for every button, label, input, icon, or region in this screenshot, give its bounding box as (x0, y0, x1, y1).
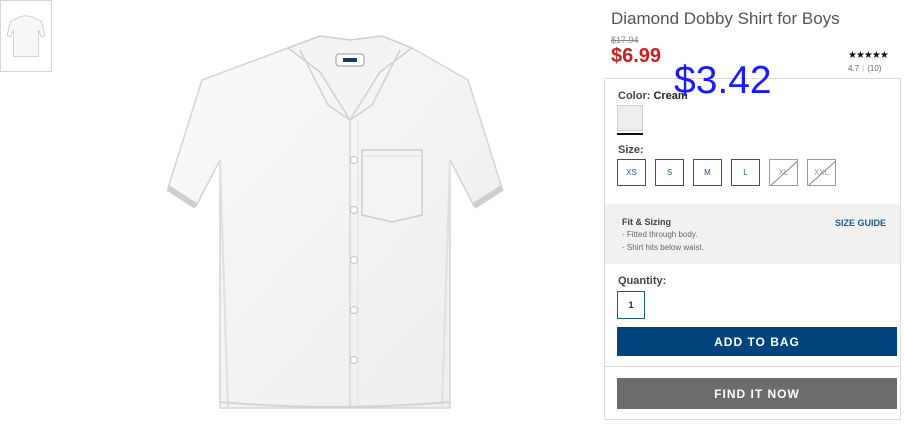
product-thumbnail[interactable] (0, 0, 52, 72)
size-option-m[interactable]: M (693, 159, 722, 186)
quantity-input[interactable]: 1 (617, 291, 645, 319)
fit-note-1: - Fitted through body. (622, 230, 698, 239)
add-to-bag-button[interactable]: ADD TO BAG (617, 327, 897, 356)
fit-sizing-title: Fit & Sizing (622, 217, 671, 227)
fit-sizing-box: Fit & Sizing - Fitted through body. - Sh… (605, 204, 900, 264)
size-options: XS S M L XL XXL (617, 159, 836, 186)
find-it-now-button[interactable]: FIND IT NOW (617, 378, 897, 409)
size-label: Size: (618, 144, 644, 156)
rating-value: 4.7 (848, 64, 860, 73)
color-label-text: Color: (618, 90, 651, 102)
quantity-label: Quantity: (618, 275, 667, 287)
size-guide-link[interactable]: SIZE GUIDE (835, 218, 886, 228)
shirt-thumbnail-image (6, 15, 46, 57)
selected-swatch-indicator (617, 133, 643, 135)
product-title: Diamond Dobby Shirt for Boys (611, 9, 840, 28)
main-product-image (166, 35, 504, 409)
rating-separator: | (862, 64, 865, 73)
review-count: (10) (867, 64, 882, 73)
original-price: $17.94 (611, 35, 639, 45)
size-option-xl[interactable]: XL (769, 159, 798, 186)
size-option-xxl[interactable]: XXL (807, 159, 836, 186)
size-option-l[interactable]: L (731, 159, 760, 186)
rating-summary[interactable]: 4.7 | (10) (848, 64, 881, 73)
sale-price: $6.99 (611, 45, 662, 67)
color-swatch-cream[interactable] (617, 105, 643, 131)
fit-note-2: - Shirt hits below waist. (622, 243, 704, 252)
product-options-panel: Color: Cream Size: XS S M L XL XXL Fit &… (604, 78, 901, 420)
overlay-price-text: $3.42 (674, 59, 772, 102)
divider (605, 366, 900, 367)
size-option-xs[interactable]: XS (617, 159, 646, 186)
size-option-s[interactable]: S (655, 159, 684, 186)
rating-stars-icon[interactable]: ★★★★★ (848, 50, 889, 61)
